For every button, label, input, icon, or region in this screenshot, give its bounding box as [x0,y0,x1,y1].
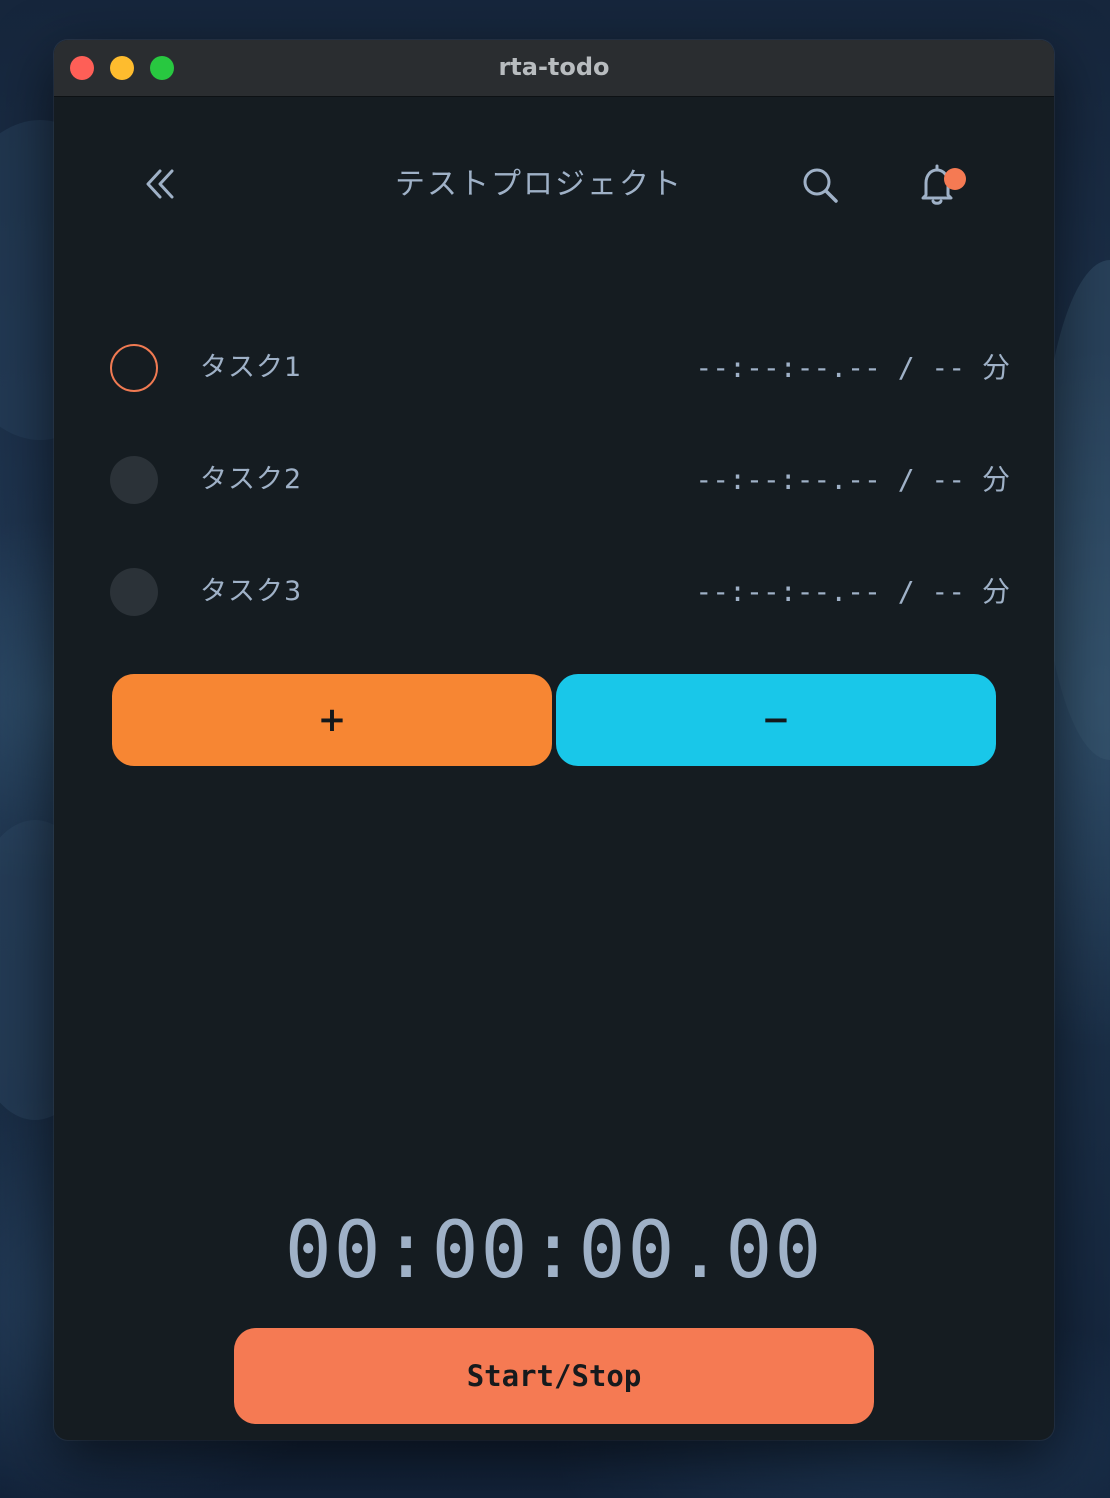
app-window: rta-todo テストプロジェクト タスク1 --:--:--.-- / --… [54,40,1054,1440]
remove-task-button[interactable]: − [556,674,996,766]
double-chevron-left-icon [146,169,174,199]
project-title: テストプロジェクト [395,167,683,202]
back-button[interactable] [142,164,182,204]
task-time: --:--:--.-- / -- 分 [695,463,1010,496]
timer-display: 00:00:00.00 [284,1206,824,1296]
task-time: --:--:--.-- / -- 分 [695,575,1010,608]
task-checkbox[interactable] [110,568,158,616]
search-icon [803,168,838,203]
title-bar: rta-todo [54,40,1054,97]
task-checkbox[interactable] [110,456,158,504]
window-title: rta-todo [498,53,610,81]
start-stop-button[interactable]: Start/Stop [234,1328,874,1424]
task-checkbox[interactable] [110,344,158,392]
task-row: タスク1 --:--:--.-- / -- 分 [110,340,1010,396]
task-name: タスク2 [200,464,303,495]
task-row: タスク3 --:--:--.-- / -- 分 [110,564,1010,620]
search-button[interactable] [799,164,843,208]
task-row: タスク2 --:--:--.-- / -- 分 [110,452,1010,508]
add-task-button[interactable]: + [112,674,552,766]
notification-badge [944,168,966,190]
main-content: テストプロジェクト タスク1 --:--:--.-- / -- 分 タスク2 -… [54,96,1054,1440]
task-name: タスク1 [200,352,303,383]
task-name: タスク3 [200,576,303,607]
task-time: --:--:--.-- / -- 分 [695,351,1010,384]
